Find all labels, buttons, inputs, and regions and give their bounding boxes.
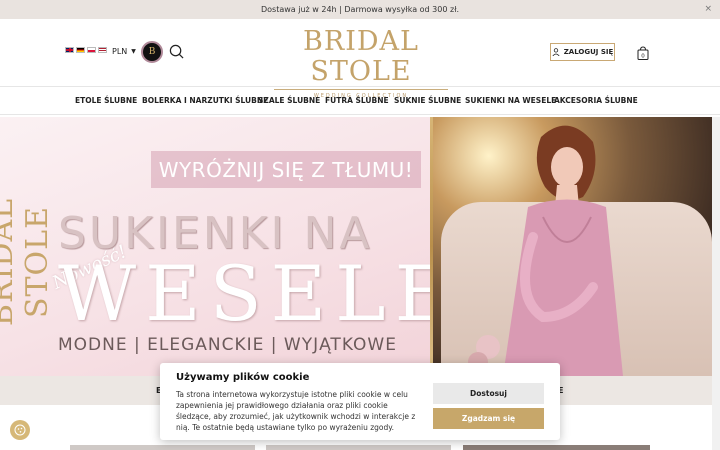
user-icon xyxy=(552,48,560,56)
pl-flag-icon[interactable] xyxy=(87,47,96,53)
badge-letter: B xyxy=(148,47,156,57)
site-logo[interactable]: BRIDAL STOLE WEDDING COLLECTION xyxy=(262,27,460,99)
chevron-down-icon: ▼ xyxy=(131,48,136,55)
nav-item-sukienki[interactable]: SUKIENKI NA WESELE xyxy=(465,96,556,105)
gb-flag-icon[interactable] xyxy=(65,47,74,53)
nav-item-suknie[interactable]: SUKNIE ŚLUBNE xyxy=(394,96,461,105)
currency-value: PLN xyxy=(112,47,128,56)
product-thumb[interactable] xyxy=(70,445,255,450)
nav-item-szale[interactable]: SZALE ŚLUBNE xyxy=(258,96,320,105)
nav-item-etole[interactable]: ETOLE ŚLUBNE xyxy=(75,96,137,105)
login-button[interactable]: ZALOGUJ SIĘ xyxy=(550,43,615,61)
hero-banner-label: WYRÓŻNIJ SIĘ Z TŁUMU! xyxy=(151,151,421,188)
bag-icon: 0 xyxy=(637,46,649,60)
hero-photo xyxy=(433,117,712,376)
customize-cookies-button[interactable]: Dostosuj xyxy=(433,383,544,404)
currency-select[interactable]: PLN ▼ xyxy=(112,47,136,56)
cookie-body: Ta strona internetowa wykorzystuje istot… xyxy=(176,390,416,432)
login-label: ZALOGUJ SIĘ xyxy=(563,48,614,56)
accept-cookies-button[interactable]: Zgadzam się xyxy=(433,408,544,429)
product-thumb[interactable] xyxy=(266,445,451,450)
main-nav: ETOLE ŚLUBNE BOLERKA I NARZUTKI ŚLUBNE S… xyxy=(0,86,720,115)
cart-button[interactable]: 0 xyxy=(637,45,649,60)
nav-item-futra[interactable]: FUTRA ŚLUBNE xyxy=(325,96,389,105)
chat-button[interactable] xyxy=(10,420,30,440)
search-icon[interactable] xyxy=(169,44,184,59)
close-icon[interactable]: × xyxy=(704,4,712,14)
cookie-title: Używamy plików cookie xyxy=(176,372,310,383)
nav-item-bolerka[interactable]: BOLERKA I NARZUTKI ŚLUBNE xyxy=(142,96,268,105)
brand-badge-icon[interactable]: B xyxy=(141,41,163,63)
product-thumb[interactable] xyxy=(463,445,650,450)
cookie-consent-dialog: Używamy plików cookie Ta strona internet… xyxy=(160,363,560,440)
us-flag-icon[interactable] xyxy=(98,47,107,53)
hero-banner[interactable]: BRIDAL STOLE Nowość! WYRÓŻNIJ SIĘ Z TŁUM… xyxy=(0,117,712,376)
de-flag-icon[interactable] xyxy=(76,47,85,53)
cart-count: 0 xyxy=(641,54,645,60)
announcement-text: Dostawa już w 24h | Darmowa wysyłka od 3… xyxy=(260,5,460,14)
hero-headline-2: WESELE xyxy=(58,249,460,338)
language-switcher[interactable] xyxy=(65,47,107,53)
cookie-settings-icon xyxy=(14,424,26,436)
model-illustration xyxy=(468,125,623,376)
nav-item-akcesoria[interactable]: AKCESORIA ŚLUBNE xyxy=(554,96,638,105)
logo-brand: BRIDAL STOLE xyxy=(303,26,419,87)
hero-tagline: MODNE | ELEGANCKIE | WYJĄTKOWE xyxy=(58,335,397,355)
announcement-bar: Dostawa już w 24h | Darmowa wysyłka od 3… xyxy=(0,0,720,19)
hero-vertical-logo: BRIDAL STOLE xyxy=(0,197,55,327)
page-scrollbar[interactable] xyxy=(712,117,720,450)
